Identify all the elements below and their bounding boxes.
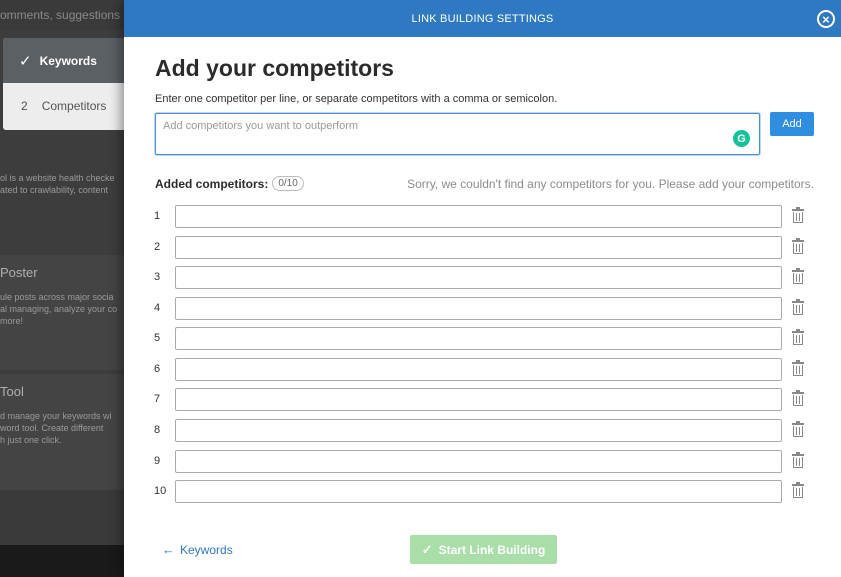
trash-icon[interactable] <box>792 238 804 254</box>
add-button[interactable]: Add <box>770 112 814 136</box>
arrow-left-icon: ← <box>162 542 175 557</box>
row-number: 3 <box>154 271 161 283</box>
competitor-field[interactable] <box>175 296 782 320</box>
competitor-row: 9 <box>154 449 814 473</box>
checkmark-icon: ✓ <box>19 52 32 70</box>
row-number: 6 <box>154 363 161 375</box>
competitor-row: 4 <box>154 296 814 320</box>
competitor-row: 5 <box>154 326 814 350</box>
competitor-field[interactable] <box>175 235 782 259</box>
no-competitors-message: Sorry, we couldn't find any competitors … <box>407 177 814 191</box>
background-top-text: omments, suggestions an <box>0 8 137 22</box>
modal-title: LINK BUILDING SETTINGS <box>411 12 554 25</box>
competitors-input[interactable] <box>155 113 760 155</box>
competitor-row: 10 <box>154 479 814 503</box>
grammarly-icon[interactable]: G <box>733 130 750 147</box>
row-number: 7 <box>154 393 161 405</box>
card-text-line: d manage your keywords wi <box>0 411 112 421</box>
trash-icon[interactable] <box>792 421 804 437</box>
close-icon[interactable]: × <box>817 10 835 28</box>
competitor-field[interactable] <box>175 418 782 442</box>
card-text-line: more! <box>0 316 24 326</box>
page-title: Add your competitors <box>155 55 394 81</box>
trash-icon[interactable] <box>792 207 804 223</box>
competitor-field[interactable] <box>175 387 782 411</box>
background-divider <box>0 490 130 545</box>
background-footer <box>0 545 130 577</box>
trash-icon[interactable] <box>792 482 804 498</box>
competitor-row: 6 <box>154 357 814 381</box>
card-text-line: ated to crawlability, content <box>0 185 108 195</box>
count-badge: 0/10 <box>272 176 304 191</box>
row-number: 9 <box>154 455 161 467</box>
competitor-row: 7 <box>154 387 814 411</box>
background-top-strip: omments, suggestions an <box>0 0 137 30</box>
card-text-line: al managing, analyze your co <box>0 304 118 314</box>
competitor-field[interactable] <box>175 326 782 350</box>
competitor-row: 3 <box>154 265 814 289</box>
step-keywords[interactable]: ✓ Keywords <box>3 38 133 83</box>
step-number: 2 <box>21 98 28 113</box>
background-card-poster: Poster ule posts across major socia al m… <box>0 255 130 370</box>
background-card-site-audit: ol is a website health checke ated to cr… <box>0 150 130 250</box>
card-title: Tool <box>0 384 24 399</box>
added-competitors-label: Added competitors: 0/10 <box>155 176 304 191</box>
card-text-line: ule posts across major socia <box>0 292 114 302</box>
trash-icon[interactable] <box>792 329 804 345</box>
trash-icon[interactable] <box>792 268 804 284</box>
card-text-line: ol is a website health checke <box>0 173 115 183</box>
trash-icon[interactable] <box>792 360 804 376</box>
added-competitors-text: Added competitors: <box>155 176 269 191</box>
row-number: 8 <box>154 424 161 436</box>
competitor-row: 8 <box>154 418 814 442</box>
start-label: Start Link Building <box>438 542 546 557</box>
row-number: 10 <box>154 485 167 497</box>
step-competitors[interactable]: 2 Competitors <box>3 83 133 128</box>
row-number: 2 <box>154 241 161 253</box>
modal-header: LINK BUILDING SETTINGS × <box>124 0 841 37</box>
trash-icon[interactable] <box>792 299 804 315</box>
checkmark-icon: ✓ <box>421 541 433 557</box>
competitor-field[interactable] <box>175 204 782 228</box>
start-link-building-button[interactable]: ✓ Start Link Building <box>410 535 557 564</box>
competitor-row: 2 <box>154 235 814 259</box>
competitor-field[interactable] <box>175 265 782 289</box>
step-label: Keywords <box>39 53 97 68</box>
row-number: 5 <box>154 332 161 344</box>
trash-icon[interactable] <box>792 390 804 406</box>
step-label: Competitors <box>41 98 107 113</box>
card-text-line: h just one click. <box>0 435 62 445</box>
row-number: 1 <box>154 210 161 222</box>
trash-icon[interactable] <box>792 452 804 468</box>
competitor-field[interactable] <box>175 479 782 503</box>
row-number: 4 <box>154 302 161 314</box>
link-building-settings-modal: LINK BUILDING SETTINGS × Add your compet… <box>124 0 841 577</box>
card-text-line: word tool. Create different <box>0 423 104 433</box>
competitor-row: 1 <box>154 204 814 228</box>
back-to-keywords-link[interactable]: ← Keywords <box>162 542 233 557</box>
back-label: Keywords <box>180 542 233 557</box>
competitor-field[interactable] <box>175 357 782 381</box>
background-card-tool: Tool d manage your keywords wi word tool… <box>0 374 130 490</box>
card-title: Poster <box>0 265 38 280</box>
competitor-field[interactable] <box>175 449 782 473</box>
instructions-text: Enter one competitor per line, or separa… <box>155 93 558 105</box>
